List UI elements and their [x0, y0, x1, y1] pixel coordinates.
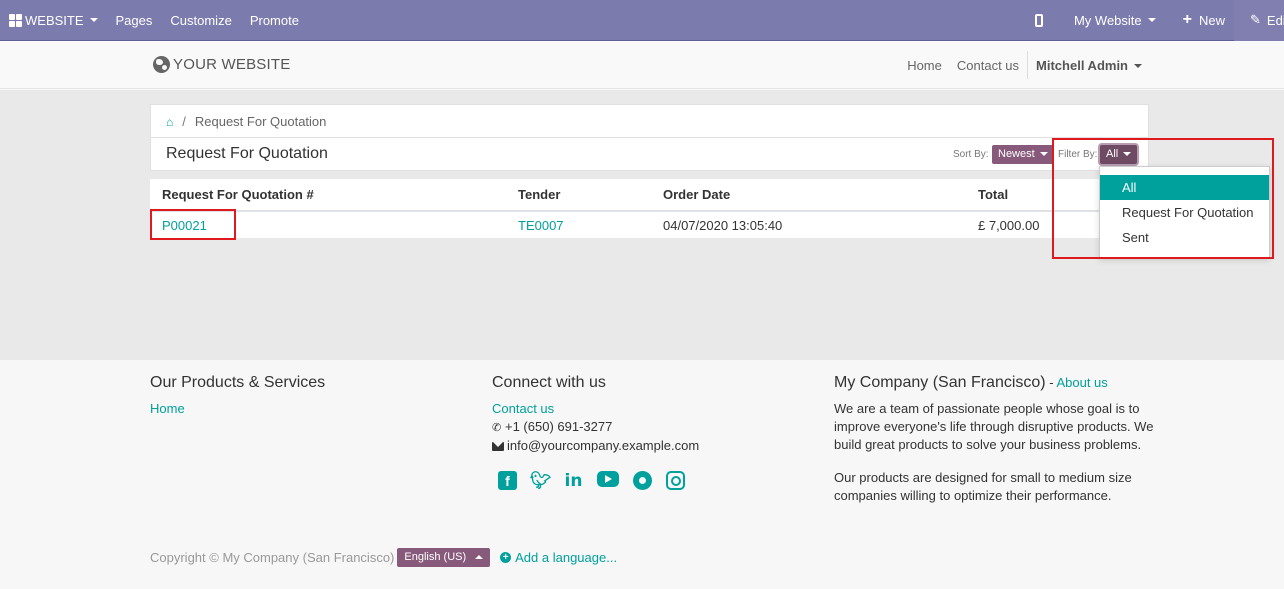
copyright-text: Copyright © My Company (San Francisco)	[150, 550, 395, 565]
website-menu-label: WEBSITE	[25, 12, 84, 28]
customize-menu[interactable]: Customize	[161, 0, 240, 41]
footer-connect-title: Connect with us	[492, 374, 606, 391]
order-date-cell: 04/07/2020 13:05:40	[663, 217, 783, 233]
mobile-icon	[1034, 13, 1043, 27]
chevron-down-icon	[1134, 64, 1142, 69]
promote-menu[interactable]: Promote	[241, 0, 308, 41]
globe-icon	[153, 56, 170, 73]
footer-company-description: We are a team of passionate people whose…	[834, 401, 1154, 452]
edit-label: Edit	[1266, 12, 1284, 28]
plus-icon: +	[1182, 11, 1192, 28]
phone-text: +1 (650) 691-3277	[505, 419, 613, 434]
edit-button[interactable]: ✎ Edit	[1234, 0, 1284, 41]
filter-option-sent[interactable]: Sent	[1100, 225, 1269, 250]
my-website-menu[interactable]: My Website	[1065, 0, 1165, 41]
pencil-icon: ✎	[1250, 12, 1261, 27]
tender-link[interactable]: TE0007	[518, 218, 564, 233]
social-links: f 🐦︎ in	[498, 471, 699, 491]
mobile-preview-button[interactable]	[1026, 0, 1065, 41]
column-header-order-date: Order Date	[651, 179, 966, 212]
footer-products-title: Our Products & Services	[150, 374, 326, 391]
column-header-tender: Tender	[506, 179, 651, 212]
filter-option-request-for-quotation[interactable]: Request For Quotation	[1100, 200, 1269, 225]
footer-company-title: My Company (San Francisco)	[834, 374, 1046, 391]
footer-email: info@yourcompany.example.com	[492, 437, 699, 455]
chevron-down-icon	[1039, 152, 1048, 157]
filter-dropdown-menu: All Request For Quotation Sent	[1099, 166, 1270, 258]
rfq-table: Request For Quotation # Tender Order Dat…	[150, 179, 1149, 238]
table-header-row: Request For Quotation # Tender Order Dat…	[150, 179, 1149, 212]
main-content: ⌂ / Request For Quotation Request For Qu…	[0, 90, 1284, 360]
copyright-bar: Copyright © My Company (San Francisco) E…	[150, 548, 617, 567]
footer-about-link[interactable]: About us	[1056, 375, 1107, 390]
language-selector[interactable]: English (US)	[397, 548, 491, 567]
chevron-up-icon	[475, 555, 484, 560]
footer-company-products: Our products are designed for small to m…	[834, 470, 1132, 503]
sort-value: Newest	[998, 148, 1035, 160]
logo-text: YOUR WEBSITE	[173, 56, 291, 73]
chevron-down-icon	[1123, 152, 1132, 157]
footer-title-separator: -	[1045, 375, 1057, 390]
tender-cell: TE0007	[506, 211, 651, 238]
chevron-down-icon	[1147, 18, 1156, 22]
nav-divider	[1027, 51, 1029, 79]
page-header: Request For Quotation Sort By: Newest Fi…	[150, 137, 1149, 171]
page-title: Request For Quotation	[166, 145, 328, 162]
my-website-label: My Website	[1073, 12, 1142, 28]
add-language-link[interactable]: + Add a language...	[500, 550, 617, 565]
filter-option-all[interactable]: All	[1100, 175, 1269, 200]
facebook-icon[interactable]: f	[498, 471, 517, 490]
new-label: New	[1198, 12, 1225, 28]
user-name: Mitchell Admin	[1036, 57, 1128, 73]
main-nav: Home Contact us Mitchell Admin	[892, 41, 1284, 89]
breadcrumb-current: Request For Quotation	[194, 114, 327, 129]
phone-icon: ✆	[492, 422, 502, 434]
website-apps-menu[interactable]: WEBSITE	[0, 0, 107, 41]
plus-circle-icon: +	[500, 552, 512, 563]
twitter-icon[interactable]: 🐦︎	[530, 471, 552, 490]
footer-company-column: My Company (San Francisco) - About us We…	[834, 374, 1154, 505]
new-button[interactable]: + New	[1165, 0, 1234, 41]
chevron-down-icon	[89, 18, 98, 22]
footer-contact-link[interactable]: Contact us	[492, 401, 554, 416]
nav-home[interactable]: Home	[907, 58, 942, 73]
home-icon[interactable]: ⌂	[166, 115, 173, 129]
filter-dropdown-button[interactable]: All	[1100, 145, 1138, 164]
apps-grid-icon	[9, 13, 22, 27]
footer: Our Products & Services Home Connect wit…	[0, 360, 1284, 589]
site-header: YOUR WEBSITE Home Contact us Mitchell Ad…	[0, 41, 1284, 89]
rfq-number-cell: P00021	[150, 211, 506, 238]
rfq-number-link[interactable]: P00021	[162, 218, 207, 233]
email-text: info@yourcompany.example.com	[507, 438, 700, 453]
breadcrumb: ⌂ / Request For Quotation	[150, 104, 1149, 138]
pages-menu[interactable]: Pages	[107, 0, 162, 41]
sort-by-label: Sort By:	[953, 149, 989, 160]
github-icon[interactable]	[633, 471, 652, 490]
column-header-rfq-number: Request For Quotation #	[150, 179, 506, 212]
footer-products-column: Our Products & Services Home	[150, 374, 325, 418]
instagram-icon[interactable]	[666, 471, 685, 490]
table-row[interactable]: P00021 TE0007 04/07/2020 13:05:40 £ 7,00…	[150, 211, 1149, 238]
language-label: English (US)	[404, 551, 467, 563]
linkedin-icon[interactable]: in	[564, 471, 583, 491]
filter-value: All	[1106, 148, 1119, 160]
add-language-label: Add a language...	[515, 550, 618, 565]
footer-home-link[interactable]: Home	[150, 401, 185, 416]
sort-dropdown-button[interactable]: Newest	[992, 145, 1054, 164]
envelope-icon	[492, 442, 504, 451]
filter-by-label: Filter By:	[1058, 149, 1098, 160]
youtube-icon[interactable]	[597, 471, 619, 487]
admin-top-bar: WEBSITE Pages Customize Promote My Websi…	[0, 0, 1284, 41]
user-menu[interactable]: Mitchell Admin	[1036, 58, 1142, 73]
footer-phone: ✆ +1 (650) 691-3277	[492, 418, 699, 437]
footer-connect-column: Connect with us Contact us ✆ +1 (650) 691…	[492, 374, 699, 491]
breadcrumb-separator: /	[182, 114, 186, 129]
nav-contact-us[interactable]: Contact us	[957, 58, 1019, 73]
site-logo[interactable]: YOUR WEBSITE	[153, 56, 290, 73]
